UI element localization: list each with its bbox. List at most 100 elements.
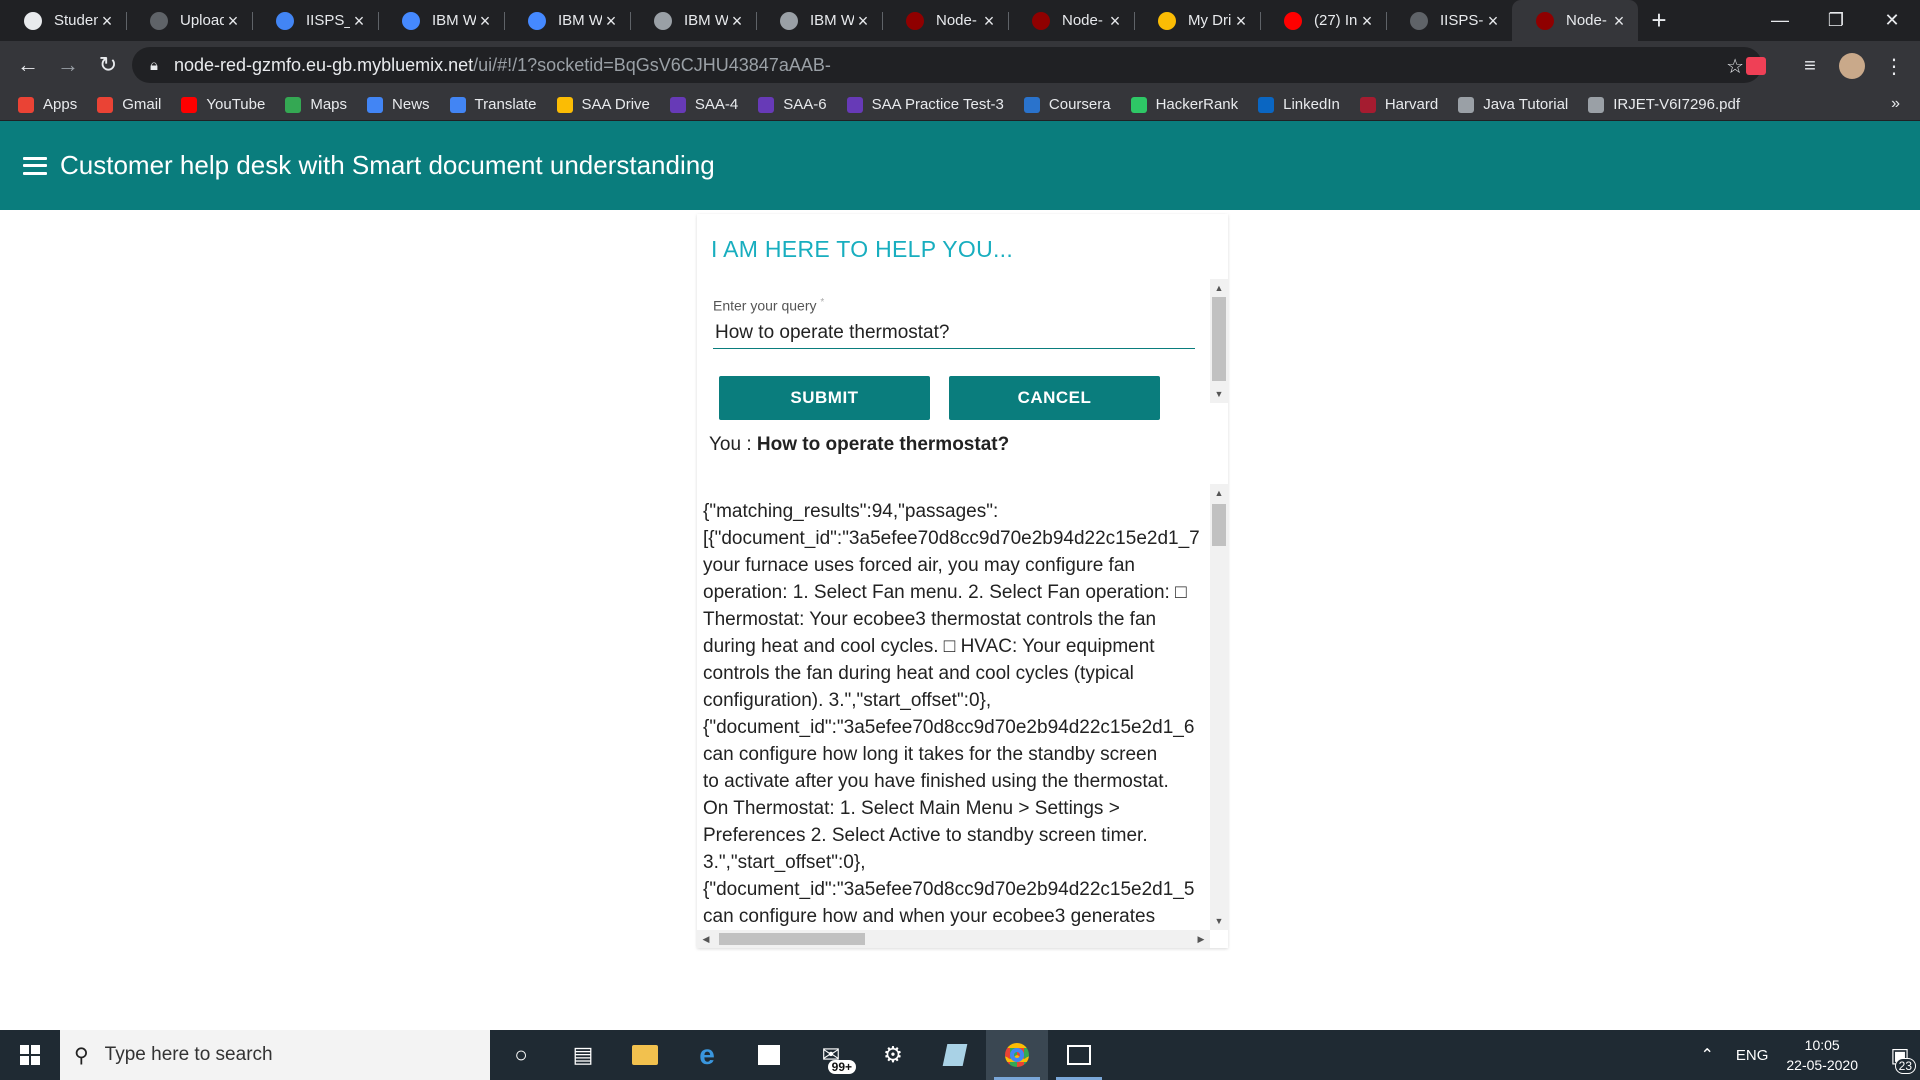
browser-tab[interactable]: IBM W × — [630, 0, 756, 41]
taskbar-search[interactable]: ⚲ Type here to search — [60, 1030, 490, 1080]
tab-title: IISPS-II — [1440, 12, 1484, 29]
bookmark-item[interactable]: SAA Drive — [556, 96, 650, 113]
result-vertical-scrollbar[interactable]: ▲ ▼ — [1210, 484, 1228, 930]
store-icon[interactable] — [738, 1030, 800, 1080]
bookmark-item[interactable]: SAA Practice Test-3 — [846, 96, 1004, 113]
scrollbar-thumb[interactable] — [1212, 504, 1226, 546]
back-arrow-icon[interactable]: ← — [8, 45, 48, 85]
new-tab-button[interactable]: + — [1638, 0, 1680, 41]
tab-close-icon[interactable]: × — [350, 12, 368, 30]
file-explorer-icon[interactable] — [614, 1030, 676, 1080]
submit-button[interactable]: SUBMIT — [719, 376, 930, 420]
browser-tab[interactable]: Node- × — [1008, 0, 1134, 41]
scroll-right-icon[interactable]: ▶ — [1192, 930, 1210, 948]
task-view-icon[interactable]: ▤ — [552, 1030, 614, 1080]
bookmark-item[interactable]: SAA-6 — [758, 96, 827, 113]
bookmark-item[interactable]: LinkedIn — [1258, 96, 1340, 113]
browser-tab[interactable]: (27) In × — [1260, 0, 1386, 41]
tab-close-icon[interactable]: × — [980, 12, 998, 30]
minimize-icon[interactable]: — — [1752, 0, 1808, 41]
tab-close-icon[interactable]: × — [854, 12, 872, 30]
hamburger-menu-icon[interactable] — [23, 156, 47, 175]
chrome-icon[interactable] — [986, 1030, 1048, 1080]
browser-tab[interactable]: Node- × — [1512, 0, 1638, 41]
browser-tab[interactable]: Studen × — [0, 0, 126, 41]
tab-close-icon[interactable]: × — [728, 12, 746, 30]
show-hidden-icons-icon[interactable]: ⌃ — [1700, 1045, 1713, 1065]
browser-tab[interactable]: IBM W × — [378, 0, 504, 41]
scroll-down-icon[interactable]: ▼ — [1210, 385, 1228, 403]
tab-close-icon[interactable]: × — [224, 12, 242, 30]
bookmark-item[interactable]: News — [367, 96, 430, 113]
browser-tab[interactable]: IISPS-II× — [1386, 0, 1512, 41]
tab-title: Upload — [180, 12, 224, 29]
more-bookmarks-icon[interactable]: » — [1891, 95, 1900, 113]
cortana-icon[interactable]: ○ — [490, 1030, 552, 1080]
browser-tab[interactable]: Node- × — [882, 0, 1008, 41]
tab-close-icon[interactable]: × — [1106, 12, 1124, 30]
tab-close-icon[interactable]: × — [1484, 12, 1502, 30]
bookmark-item[interactable]: SAA-4 — [669, 96, 738, 113]
tab-close-icon[interactable]: × — [476, 12, 494, 30]
start-button[interactable] — [0, 1030, 60, 1080]
forward-arrow-icon[interactable]: → — [48, 45, 88, 85]
hackerrank-icon — [1130, 96, 1147, 113]
browser-tab[interactable]: IISPS_II× — [252, 0, 378, 41]
form-scrollbar[interactable]: ▲ ▼ — [1210, 279, 1228, 403]
scroll-left-icon[interactable]: ◀ — [697, 930, 715, 948]
notepad-icon[interactable] — [924, 1030, 986, 1080]
reload-icon[interactable]: ↻ — [88, 45, 128, 85]
bookmark-item[interactable]: Maps — [285, 96, 347, 113]
result-horizontal-scrollbar[interactable]: ◀ ▶ — [697, 930, 1210, 948]
restore-icon[interactable]: ❐ — [1808, 0, 1864, 41]
bookmark-item[interactable]: Apps — [18, 96, 77, 113]
chrome-menu-icon[interactable]: ⋮ — [1880, 52, 1908, 80]
gmail-icon — [97, 96, 114, 113]
photos-icon[interactable] — [1048, 1030, 1110, 1080]
bookmark-label: Apps — [43, 96, 78, 113]
you-query: How to operate thermostat? — [756, 434, 1010, 455]
bookmark-item[interactable]: HackerRank — [1130, 96, 1239, 113]
reading-list-icon[interactable]: ≡ — [1796, 52, 1824, 80]
bookmark-item[interactable]: Coursera — [1023, 96, 1111, 113]
bookmark-item[interactable]: Gmail — [97, 96, 161, 113]
scroll-down-icon[interactable]: ▼ — [1210, 912, 1228, 930]
browser-tab[interactable]: IBM W × — [756, 0, 882, 41]
scroll-up-icon[interactable]: ▲ — [1210, 279, 1228, 297]
language-indicator[interactable]: ENG — [1736, 1047, 1769, 1064]
bookmark-item[interactable]: YouTube — [181, 96, 265, 113]
address-bar[interactable]: 🔒︎ node-red-gzmfo.eu-gb.mybluemix.net/ui… — [132, 47, 1762, 83]
bookmark-label: Java Tutorial — [1483, 96, 1569, 113]
bookmark-item[interactable]: IRJET-V6I7296.pdf — [1588, 96, 1740, 113]
tab-close-icon[interactable]: × — [1610, 12, 1628, 30]
profile-avatar[interactable] — [1838, 52, 1866, 80]
query-input[interactable] — [713, 317, 1195, 349]
scrollbar-thumb[interactable] — [719, 933, 865, 945]
browser-tab[interactable]: IBM W × — [504, 0, 630, 41]
action-center-icon[interactable]: ▣ 23 — [1880, 1030, 1920, 1080]
bookmark-item[interactable]: Java Tutorial — [1458, 96, 1568, 113]
edge-icon[interactable]: e — [676, 1030, 738, 1080]
settings-gear-icon[interactable]: ⚙ — [862, 1030, 924, 1080]
bookmark-label: HackerRank — [1155, 96, 1239, 113]
cancel-button[interactable]: CANCEL — [949, 376, 1160, 420]
bookmark-item[interactable]: Harvard — [1359, 96, 1438, 113]
ibm-cloud-icon — [402, 11, 420, 30]
pocket-extension-icon[interactable] — [1742, 52, 1770, 80]
tab-close-icon[interactable]: × — [602, 12, 620, 30]
close-window-icon[interactable]: ✕ — [1864, 0, 1920, 41]
search-icon: ⚲ — [74, 1044, 89, 1067]
scroll-up-icon[interactable]: ▲ — [1210, 484, 1228, 502]
apps-grid-icon — [18, 96, 34, 113]
tab-close-icon[interactable]: × — [98, 12, 116, 30]
tab-close-icon[interactable]: × — [1358, 12, 1376, 30]
scrollbar-thumb[interactable] — [1212, 297, 1226, 381]
browser-tab[interactable]: Upload × — [126, 0, 252, 41]
bookmark-label: Coursera — [1048, 96, 1111, 113]
bookmark-item[interactable]: Translate — [449, 96, 537, 113]
browser-tab[interactable]: My Dri × — [1134, 0, 1260, 41]
tab-close-icon[interactable]: × — [1232, 12, 1250, 30]
clock[interactable]: 10:05 22-05-2020 — [1786, 1035, 1858, 1075]
mail-icon[interactable]: ✉ 99+ — [800, 1030, 862, 1080]
help-card: I AM HERE TO HELP YOU... Enter your quer… — [697, 214, 1228, 948]
